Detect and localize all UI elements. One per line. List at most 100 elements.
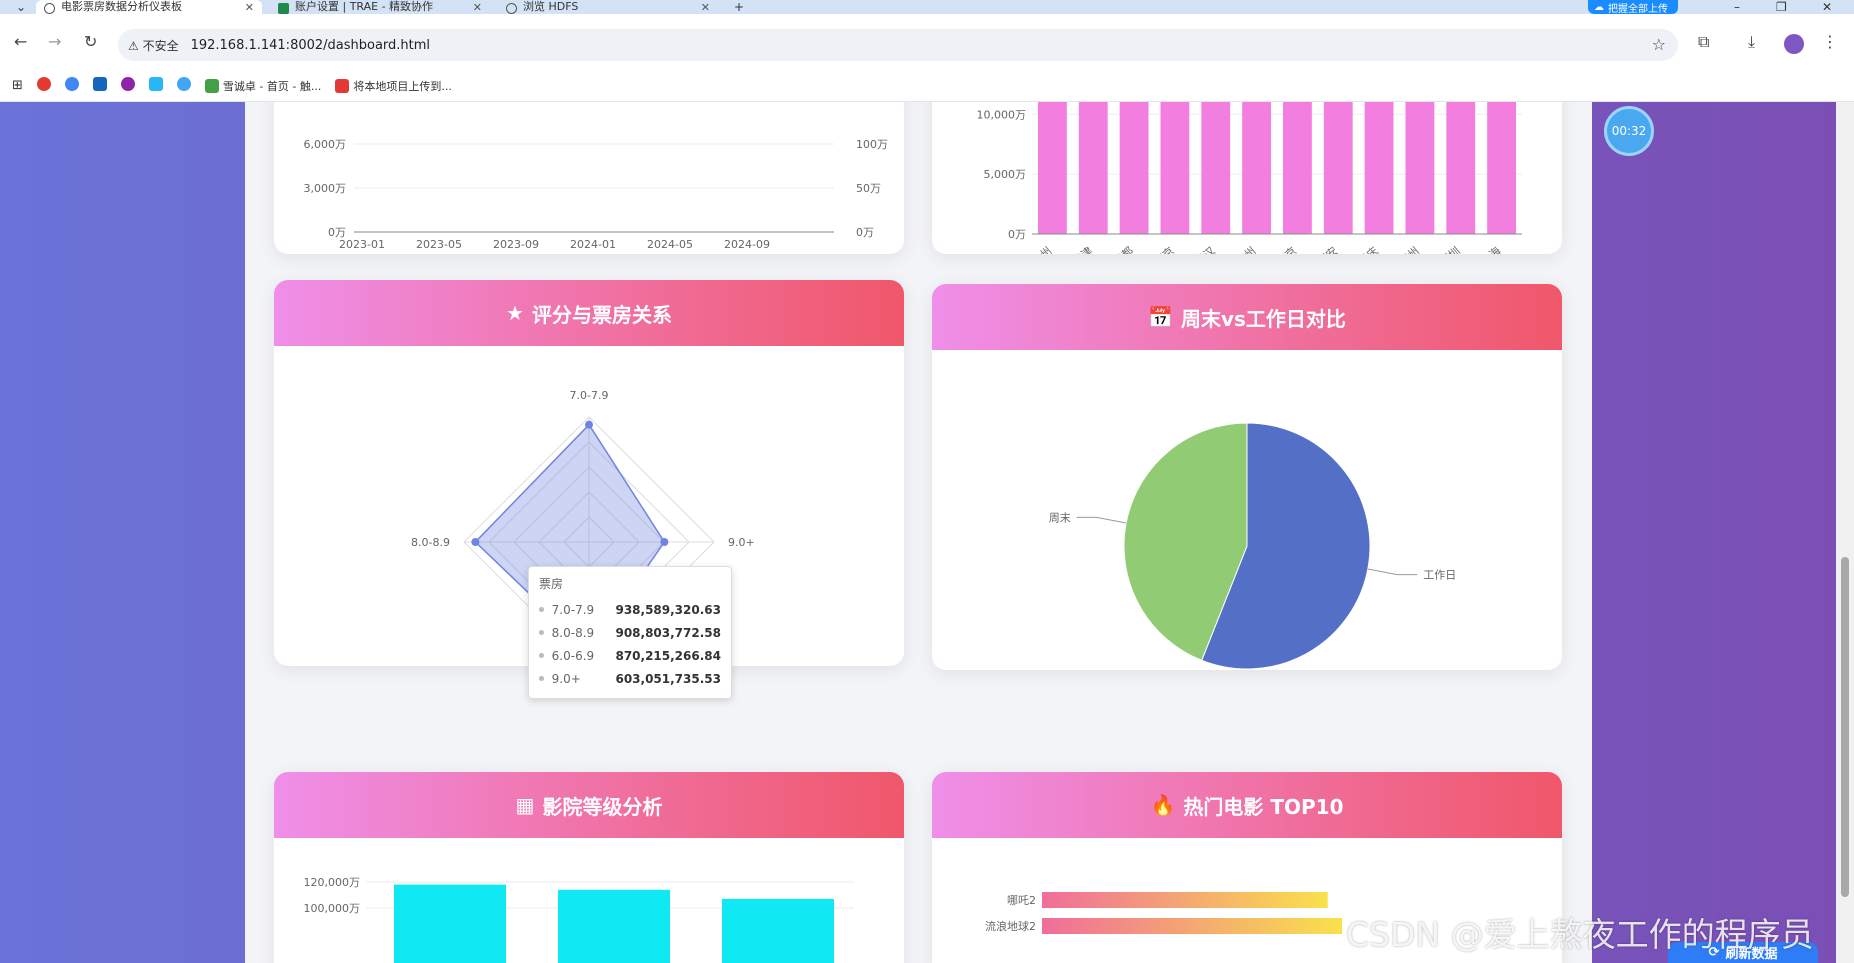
bar [1487, 102, 1516, 234]
cloud-icon: ☁ [1594, 1, 1604, 13]
y-right-tick-label: 100万 [856, 138, 888, 151]
bar [1160, 102, 1190, 234]
bookmark-5[interactable] [148, 77, 163, 94]
bookmark-8[interactable]: 将本地项目上传到... [335, 78, 452, 94]
x-tick-label: 2024-01 [570, 238, 616, 251]
tooltip-row-value: 870,215,266.84 [615, 648, 721, 663]
x-tick-label: 2024-05 [647, 238, 693, 251]
back-arrow-icon[interactable]: ← [14, 32, 27, 51]
pie-label: 周末 [1049, 510, 1071, 524]
cinema-bar-chart[interactable]: 120,000万 100,000万 [274, 838, 904, 963]
fire-icon: 🔥 [1150, 793, 1176, 817]
menu-kebab-icon[interactable]: ⋮ [1822, 32, 1838, 51]
close-tab-icon[interactable]: ✕ [473, 1, 482, 14]
radar-indicator-label: 7.0-7.9 [570, 389, 609, 402]
profile-avatar[interactable] [1784, 34, 1804, 54]
y-category-label: 哪吒2 [1007, 894, 1036, 907]
bookmark-3[interactable] [92, 77, 107, 94]
card-title: 评分与票房关系 [531, 302, 672, 327]
y-right-tick-label: 50万 [856, 182, 881, 195]
bookmark-7[interactable]: 雪诚卓 - 首页 - 触... [204, 78, 321, 94]
card-title: 影院等级分析 [542, 794, 663, 819]
tab-label: 浏览 HDFS [523, 0, 579, 13]
tooltip-title: 票房 [539, 577, 564, 591]
bookmark-2[interactable] [64, 77, 79, 94]
bookmark-6[interactable] [176, 77, 191, 94]
pie-card: 📅 周末vs工作日对比 工作日 周末 [932, 284, 1562, 670]
star-icon: ★ [506, 301, 524, 325]
forward-arrow-icon[interactable]: → [48, 32, 61, 51]
card-title: 热门电影 TOP10 [1183, 794, 1344, 819]
url-input[interactable]: ⚠ 不安全 192.168.1.141:8002/dashboard.html … [118, 29, 1678, 61]
bar [1364, 102, 1394, 234]
card-header: ▦ 影院等级分析 [274, 772, 904, 838]
tooltip-row-name: 7.0-7.9 [551, 602, 595, 617]
scrollbar-thumb[interactable] [1841, 557, 1849, 897]
url-text: 192.168.1.141:8002/dashboard.html [190, 37, 431, 53]
browser-tab-hdfs[interactable]: 浏览 HDFS ✕ [498, 0, 718, 14]
recording-timer[interactable]: 00:32 [1604, 106, 1654, 156]
bar [1405, 102, 1435, 234]
chart-grid-icon: ▦ [515, 793, 535, 817]
bookmark-favicon [64, 77, 79, 91]
extensions-icon[interactable]: ⧉ [1698, 32, 1709, 52]
y-tick-label: 10,000万 [977, 108, 1027, 121]
x-tick-label: 2024-09 [724, 238, 770, 251]
bullet-dot-icon [539, 607, 544, 612]
bookmarks-bar: ⊞ 雪诚卓 - 首页 - 触... 将本地项目上传到... [0, 70, 1854, 102]
x-tick-label: 西安 [1314, 244, 1340, 254]
security-warning[interactable]: ⚠ 不安全 [128, 37, 179, 54]
bookmark-star-icon[interactable]: ☆ [1652, 35, 1666, 54]
apps-grid-icon[interactable]: ⊞ [12, 78, 23, 93]
bar [722, 898, 834, 963]
close-window-button[interactable]: ✕ [1822, 0, 1832, 14]
bullet-dot-icon [539, 676, 544, 681]
calendar-icon: 📅 [1148, 305, 1173, 329]
download-icon[interactable]: ⤓ [1748, 32, 1755, 52]
tooltip-row-name: 6.0-6.9 [551, 648, 595, 663]
radar-indicator-label: 8.0-8.9 [411, 536, 450, 549]
restore-button[interactable]: ❐ [1776, 0, 1787, 14]
browser-tab-trae[interactable]: 账户设置 | TRAE - 精致协作 ✕ [270, 0, 490, 14]
bar [558, 889, 670, 963]
radar-indicator-label: 9.0+ [728, 536, 755, 549]
close-tab-icon[interactable]: ✕ [701, 1, 710, 14]
reload-icon[interactable]: ↻ [84, 32, 97, 51]
y-tick-label: 100,000万 [304, 902, 361, 915]
tooltip-row: 9.0+ 603,051,735.53 [539, 667, 721, 690]
tooltip-row-name: 9.0+ [551, 671, 581, 686]
x-tick-label: 上海 [1478, 244, 1504, 254]
dashboard-page: 0万 3,000万 6,000万 0万 50万 100万 2023-01 2023-05 202… [0, 102, 1854, 963]
x-tick-label: 广州 [1233, 244, 1258, 254]
bookmark-4[interactable] [120, 77, 135, 94]
radar-point [660, 538, 669, 546]
tooltip-row-value: 938,589,320.63 [615, 602, 721, 617]
browser-tab-dashboard[interactable]: 电影票房数据分析仪表板 ✕ [36, 0, 262, 14]
bar [1042, 918, 1342, 934]
bar [1078, 102, 1108, 234]
card-header: 🔥 热门电影 TOP10 [932, 772, 1562, 838]
bar [1201, 102, 1231, 234]
tab-search-icon[interactable]: ⌄ [16, 0, 26, 14]
bullet-dot-icon [539, 653, 544, 658]
bookmark-label: 将本地项目上传到... [353, 79, 452, 93]
radar-point [585, 420, 593, 429]
y-tick-label: 5,000万 [984, 168, 1027, 181]
x-tick-label: 苏州 [1397, 244, 1422, 254]
minimize-button[interactable]: – [1734, 0, 1740, 14]
bar [1119, 102, 1149, 234]
pie-label-line [1076, 516, 1127, 524]
y-tick-label: 6,000万 [304, 138, 347, 151]
tooltip-row-name: 8.0-8.9 [551, 625, 595, 640]
close-tab-icon[interactable]: ✕ [245, 1, 254, 14]
upload-badge[interactable]: ☁ 把握全部上传 [1588, 0, 1678, 15]
bar [1323, 102, 1353, 234]
tooltip-row: 8.0-8.9 908,803,772.58 [539, 621, 721, 644]
bar [1446, 102, 1476, 234]
bookmark-favicon [36, 77, 51, 91]
tab-bar: 电影票房数据分析仪表板 ✕ 账户设置 | TRAE - 精致协作 ✕ 浏览 HD… [0, 0, 1854, 15]
new-tab-button[interactable]: + [734, 0, 744, 14]
pie-chart[interactable]: 工作日 周末 [932, 350, 1562, 670]
bookmark-1[interactable] [36, 77, 51, 94]
page-scrollbar[interactable] [1836, 102, 1854, 963]
